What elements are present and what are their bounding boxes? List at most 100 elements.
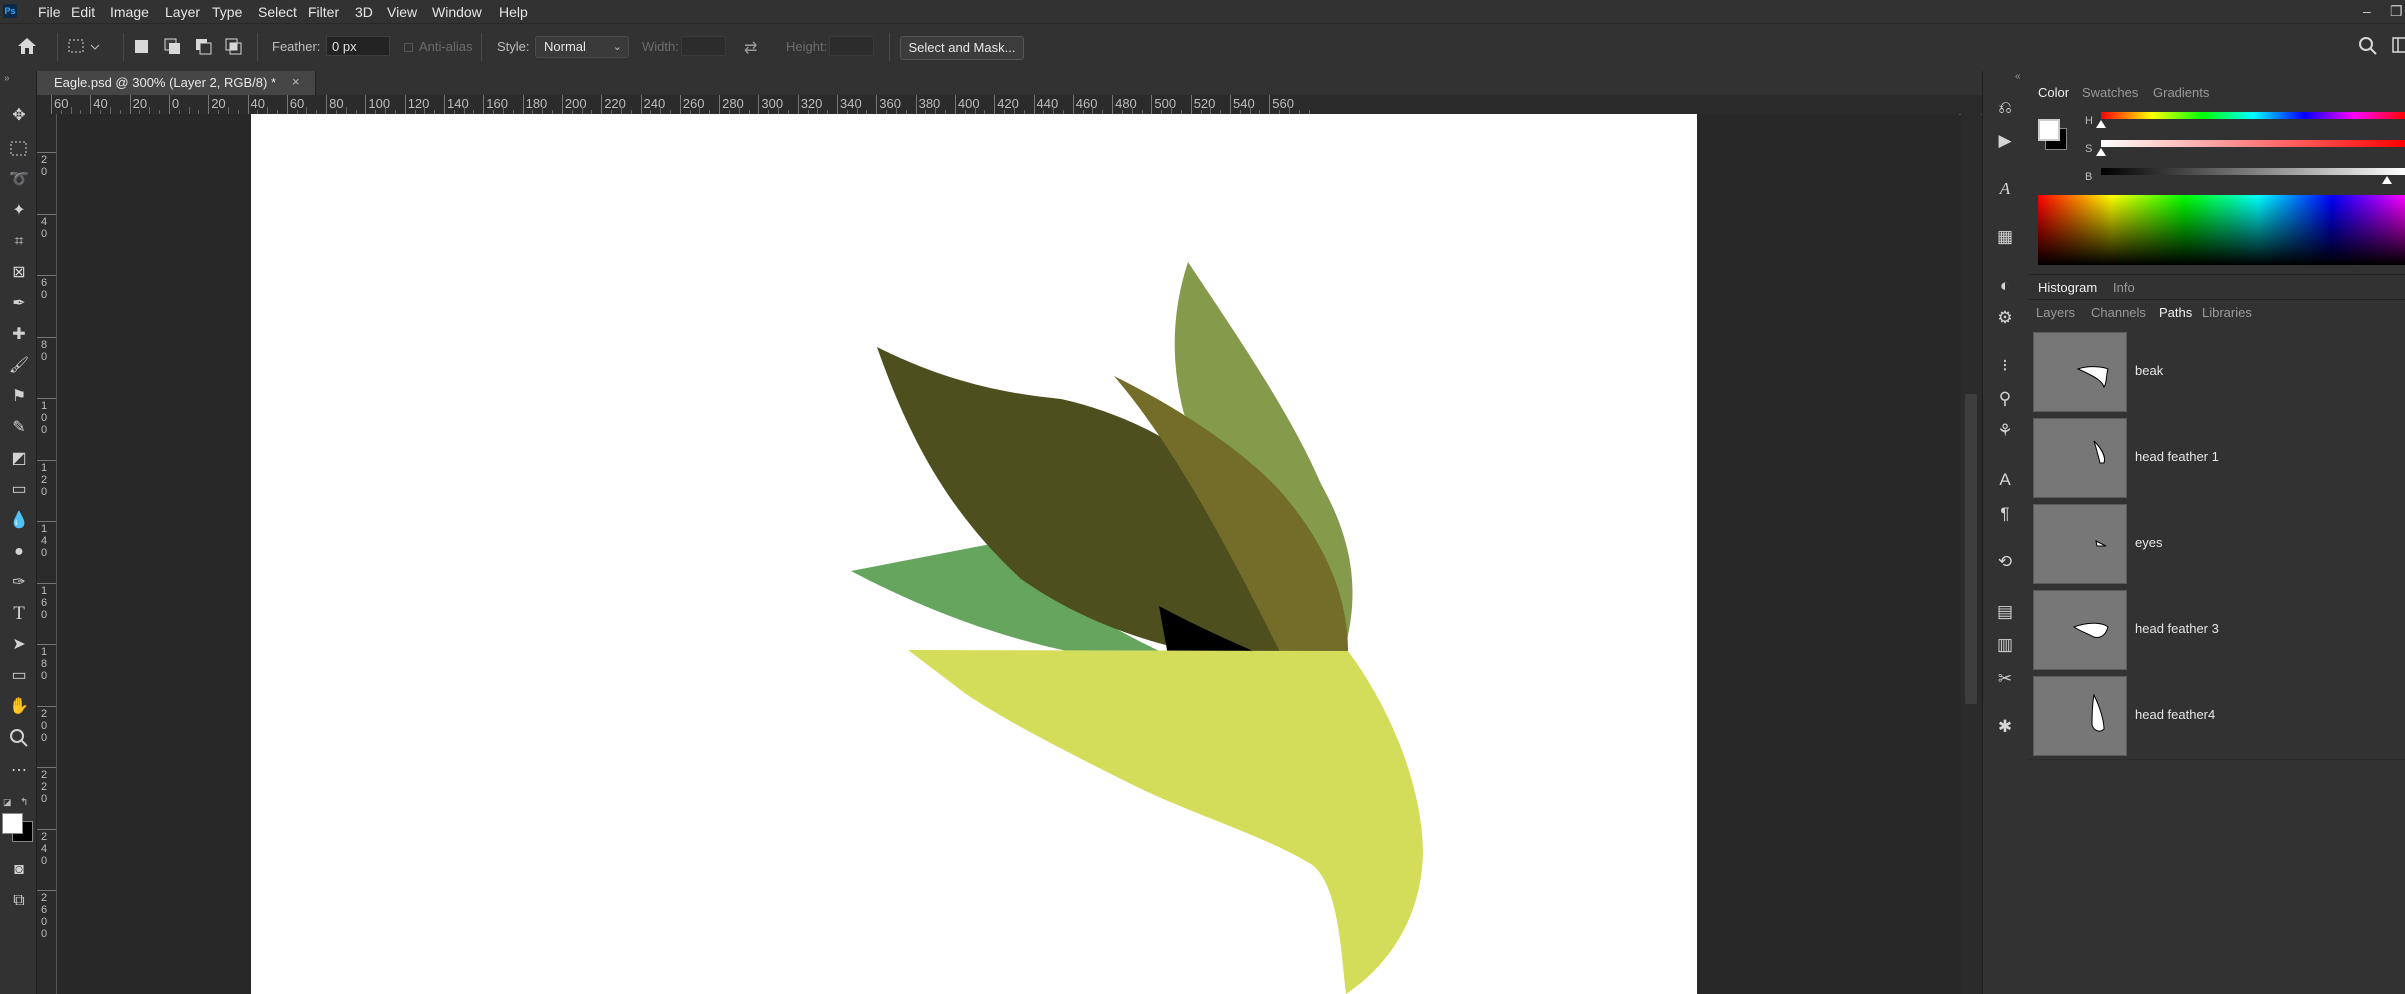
eraser-tool-icon[interactable]: ◩ (8, 448, 30, 470)
menu-filter[interactable]: Filter (308, 4, 339, 20)
move-tool-icon[interactable]: ✥ (8, 105, 30, 127)
plugins-panel-icon[interactable]: ✱ (1994, 716, 2016, 738)
tab-paths[interactable]: Paths (2159, 305, 2192, 320)
tools-panel-icon[interactable]: ✂ (1994, 668, 2016, 690)
clone-source-panel-icon[interactable]: ⚘ (1994, 420, 2016, 442)
path-row[interactable]: head feather 1 (2028, 415, 2405, 502)
dodge-tool-icon[interactable]: ● (8, 541, 30, 563)
width-input[interactable] (681, 36, 726, 56)
subtract-from-selection-icon[interactable] (195, 38, 213, 55)
style-select[interactable]: Normal ⌄ (535, 36, 629, 58)
notes-panel-icon[interactable]: ▥ (1994, 634, 2016, 656)
menu-file[interactable]: File (38, 4, 61, 20)
restore-icon[interactable]: ❐ (2390, 3, 2403, 20)
tab-layers[interactable]: Layers (2036, 305, 2075, 320)
collapse-toolbar-icon[interactable]: » (4, 73, 10, 84)
menu-view[interactable]: View (387, 4, 417, 20)
saturation-slider-handle[interactable] (2096, 148, 2106, 156)
height-input[interactable] (829, 36, 874, 56)
screen-mode-icon[interactable]: ⧉ (8, 890, 30, 912)
collapse-panels-icon[interactable]: « (2015, 71, 2021, 82)
marquee-tool-icon[interactable] (8, 138, 30, 160)
search-icon[interactable] (2358, 36, 2378, 56)
hue-slider-handle[interactable] (2096, 120, 2106, 128)
menu-type[interactable]: Type (212, 4, 242, 20)
tab-libraries[interactable]: Libraries (2202, 305, 2252, 320)
blur-tool-icon[interactable]: 💧 (8, 510, 30, 532)
vertical-scrollbar[interactable] (1961, 114, 1981, 994)
path-selection-tool-icon[interactable]: ➤ (8, 634, 30, 656)
tab-color[interactable]: Color (2038, 85, 2069, 100)
antialias-checkbox[interactable] (404, 43, 413, 52)
close-tab-icon[interactable]: × (292, 74, 300, 89)
minimize-icon[interactable]: – (2363, 3, 2371, 19)
document-canvas[interactable] (251, 114, 1697, 994)
new-selection-icon[interactable] (135, 40, 148, 53)
menu-edit[interactable]: Edit (71, 4, 95, 20)
brush-tool-icon[interactable]: 🖌 (8, 355, 30, 377)
more-tools-icon[interactable]: ⋯ (8, 760, 30, 782)
home-icon[interactable] (16, 36, 38, 56)
zoom-tool-icon[interactable] (8, 727, 30, 749)
pen-tool-icon[interactable]: ✑ (8, 572, 30, 594)
menu-window[interactable]: Window (432, 4, 482, 20)
menu-layer[interactable]: Layer (165, 4, 200, 20)
scrollbar-thumb[interactable] (1965, 394, 1977, 704)
saturation-slider[interactable] (2101, 140, 2405, 147)
path-row[interactable]: beak (2028, 329, 2405, 416)
foreground-color-swatch[interactable] (2, 813, 23, 834)
quick-mask-icon[interactable]: ◙ (8, 859, 30, 881)
default-colors-icon[interactable]: ◪ (3, 797, 12, 808)
feather-input[interactable]: 0 px (326, 36, 390, 56)
select-and-mask-button[interactable]: Select and Mask... (900, 36, 1024, 60)
paragraph-panel-icon[interactable]: ¶ (1994, 503, 2016, 525)
foreground-color-swatch[interactable] (2038, 119, 2060, 141)
actions-panel-icon[interactable]: ▶ (1994, 130, 2016, 152)
healing-brush-tool-icon[interactable]: ✚ (8, 324, 30, 346)
glyphs-panel-icon[interactable]: A (1994, 178, 2016, 200)
brushes-panel-icon[interactable]: ⚲ (1994, 388, 2016, 410)
path-row[interactable]: eyes (2028, 501, 2405, 588)
menu-image[interactable]: Image (110, 4, 149, 20)
eyedropper-tool-icon[interactable]: ✒ (8, 293, 30, 315)
document-tab[interactable]: Eagle.psd @ 300% (Layer 2, RGB/8) * × (37, 71, 316, 95)
tab-swatches[interactable]: Swatches (2082, 85, 2138, 100)
brush-settings-panel-icon[interactable]: ⁝ (1994, 355, 2016, 377)
hand-tool-icon[interactable]: ✋ (8, 696, 30, 718)
properties-panel-icon[interactable]: ▤ (1994, 601, 2016, 623)
menu-help[interactable]: Help (499, 4, 528, 20)
history-panel-icon[interactable]: ⎌ (1994, 97, 2016, 119)
clone-stamp-tool-icon[interactable]: ⚑ (8, 386, 30, 408)
menu-select[interactable]: Select (258, 4, 297, 20)
canvas-area[interactable] (57, 114, 1959, 994)
workspace-icon[interactable] (2392, 37, 2405, 55)
gradient-tool-icon[interactable]: ▭ (8, 479, 30, 501)
rectangle-tool-icon[interactable]: ▭ (8, 665, 30, 687)
timeline-panel-icon[interactable]: ⟲ (1994, 551, 2016, 573)
add-to-selection-icon[interactable] (164, 38, 182, 55)
rectangular-marquee-preset-icon[interactable] (67, 38, 103, 56)
path-row[interactable]: head feather4 (2028, 673, 2405, 760)
intersect-selection-icon[interactable] (225, 38, 243, 55)
type-tool-icon[interactable]: T (8, 603, 30, 625)
color-spectrum[interactable] (2038, 195, 2405, 265)
crop-tool-icon[interactable]: ⌗ (8, 231, 30, 253)
magic-wand-tool-icon[interactable]: ✦ (8, 200, 30, 222)
swap-width-height-icon[interactable]: ⇄ (744, 38, 757, 58)
path-row[interactable]: head feather 3 (2028, 587, 2405, 674)
adjustments-panel-icon[interactable]: ◐ (1994, 275, 2016, 297)
tables-panel-icon[interactable]: ▦ (1994, 226, 2016, 248)
tab-channels[interactable]: Channels (2091, 305, 2146, 320)
photoshop-logo-icon[interactable]: Ps (3, 4, 17, 18)
lasso-tool-icon[interactable]: ➰ (8, 169, 30, 191)
tab-histogram[interactable]: Histogram (2038, 280, 2097, 295)
styles-panel-icon[interactable]: ⚙ (1994, 307, 2016, 329)
menu-3d[interactable]: 3D (355, 4, 373, 20)
frame-tool-icon[interactable]: ⊠ (8, 262, 30, 284)
tab-gradients[interactable]: Gradients (2153, 85, 2209, 100)
hue-slider[interactable] (2101, 112, 2405, 119)
history-brush-tool-icon[interactable]: ✎ (8, 417, 30, 439)
brightness-slider[interactable] (2101, 168, 2405, 175)
character-panel-icon[interactable]: A (1994, 469, 2016, 491)
tab-info[interactable]: Info (2113, 280, 2135, 295)
